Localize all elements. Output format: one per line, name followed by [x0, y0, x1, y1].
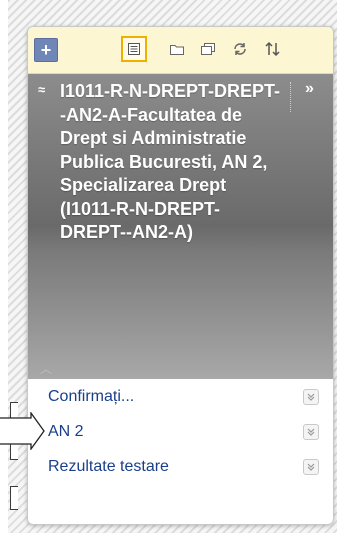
menu-item-label[interactable]: Rezultate testare: [48, 458, 169, 476]
expand-item-button[interactable]: [303, 389, 319, 405]
list-view-button[interactable]: [121, 36, 147, 62]
pointer-arrow-icon: [0, 412, 45, 450]
sort-icon: [265, 41, 280, 57]
side-tab[interactable]: [10, 486, 18, 510]
refresh-button[interactable]: [228, 37, 252, 61]
menu-list: Confirmați... AN 2 Rezultate testare: [28, 380, 333, 485]
list-item[interactable]: Confirmați...: [28, 380, 333, 415]
list-item[interactable]: Rezultate testare: [28, 450, 333, 485]
expand-icon[interactable]: »: [305, 80, 314, 98]
add-button[interactable]: +: [34, 38, 58, 62]
folder-icon: [170, 45, 184, 55]
double-chevron-down-icon: [307, 463, 315, 471]
expand-item-button[interactable]: [303, 459, 319, 475]
folder-view-button[interactable]: [165, 37, 189, 61]
list-view-icon: [128, 43, 140, 55]
menu-item-label[interactable]: Confirmați...: [48, 388, 134, 406]
list-item[interactable]: AN 2: [28, 415, 333, 450]
chevron-up-icon: ︿: [40, 362, 53, 376]
window-view-button[interactable]: [196, 37, 220, 61]
sort-button[interactable]: [261, 37, 285, 61]
refresh-icon: [234, 43, 246, 55]
window-icon: [201, 43, 215, 55]
course-widget: + ≈ I1011-R-N-DREPT-DREPT--AN2-A-Faculta…: [27, 26, 334, 525]
course-title: I1011-R-N-DREPT-DREPT--AN2-A-Facultatea …: [60, 81, 281, 242]
widget-toolbar: +: [28, 27, 333, 74]
menu-item-label[interactable]: AN 2: [48, 423, 84, 441]
double-chevron-down-icon: [307, 428, 315, 436]
add-icon: +: [40, 40, 52, 60]
collapse-icon[interactable]: ≈: [38, 82, 45, 97]
double-chevron-down-icon: [307, 393, 315, 401]
header-divider: [290, 82, 292, 112]
expand-item-button[interactable]: [303, 424, 319, 440]
course-header: ≈ I1011-R-N-DREPT-DREPT--AN2-A-Facultate…: [28, 74, 333, 379]
